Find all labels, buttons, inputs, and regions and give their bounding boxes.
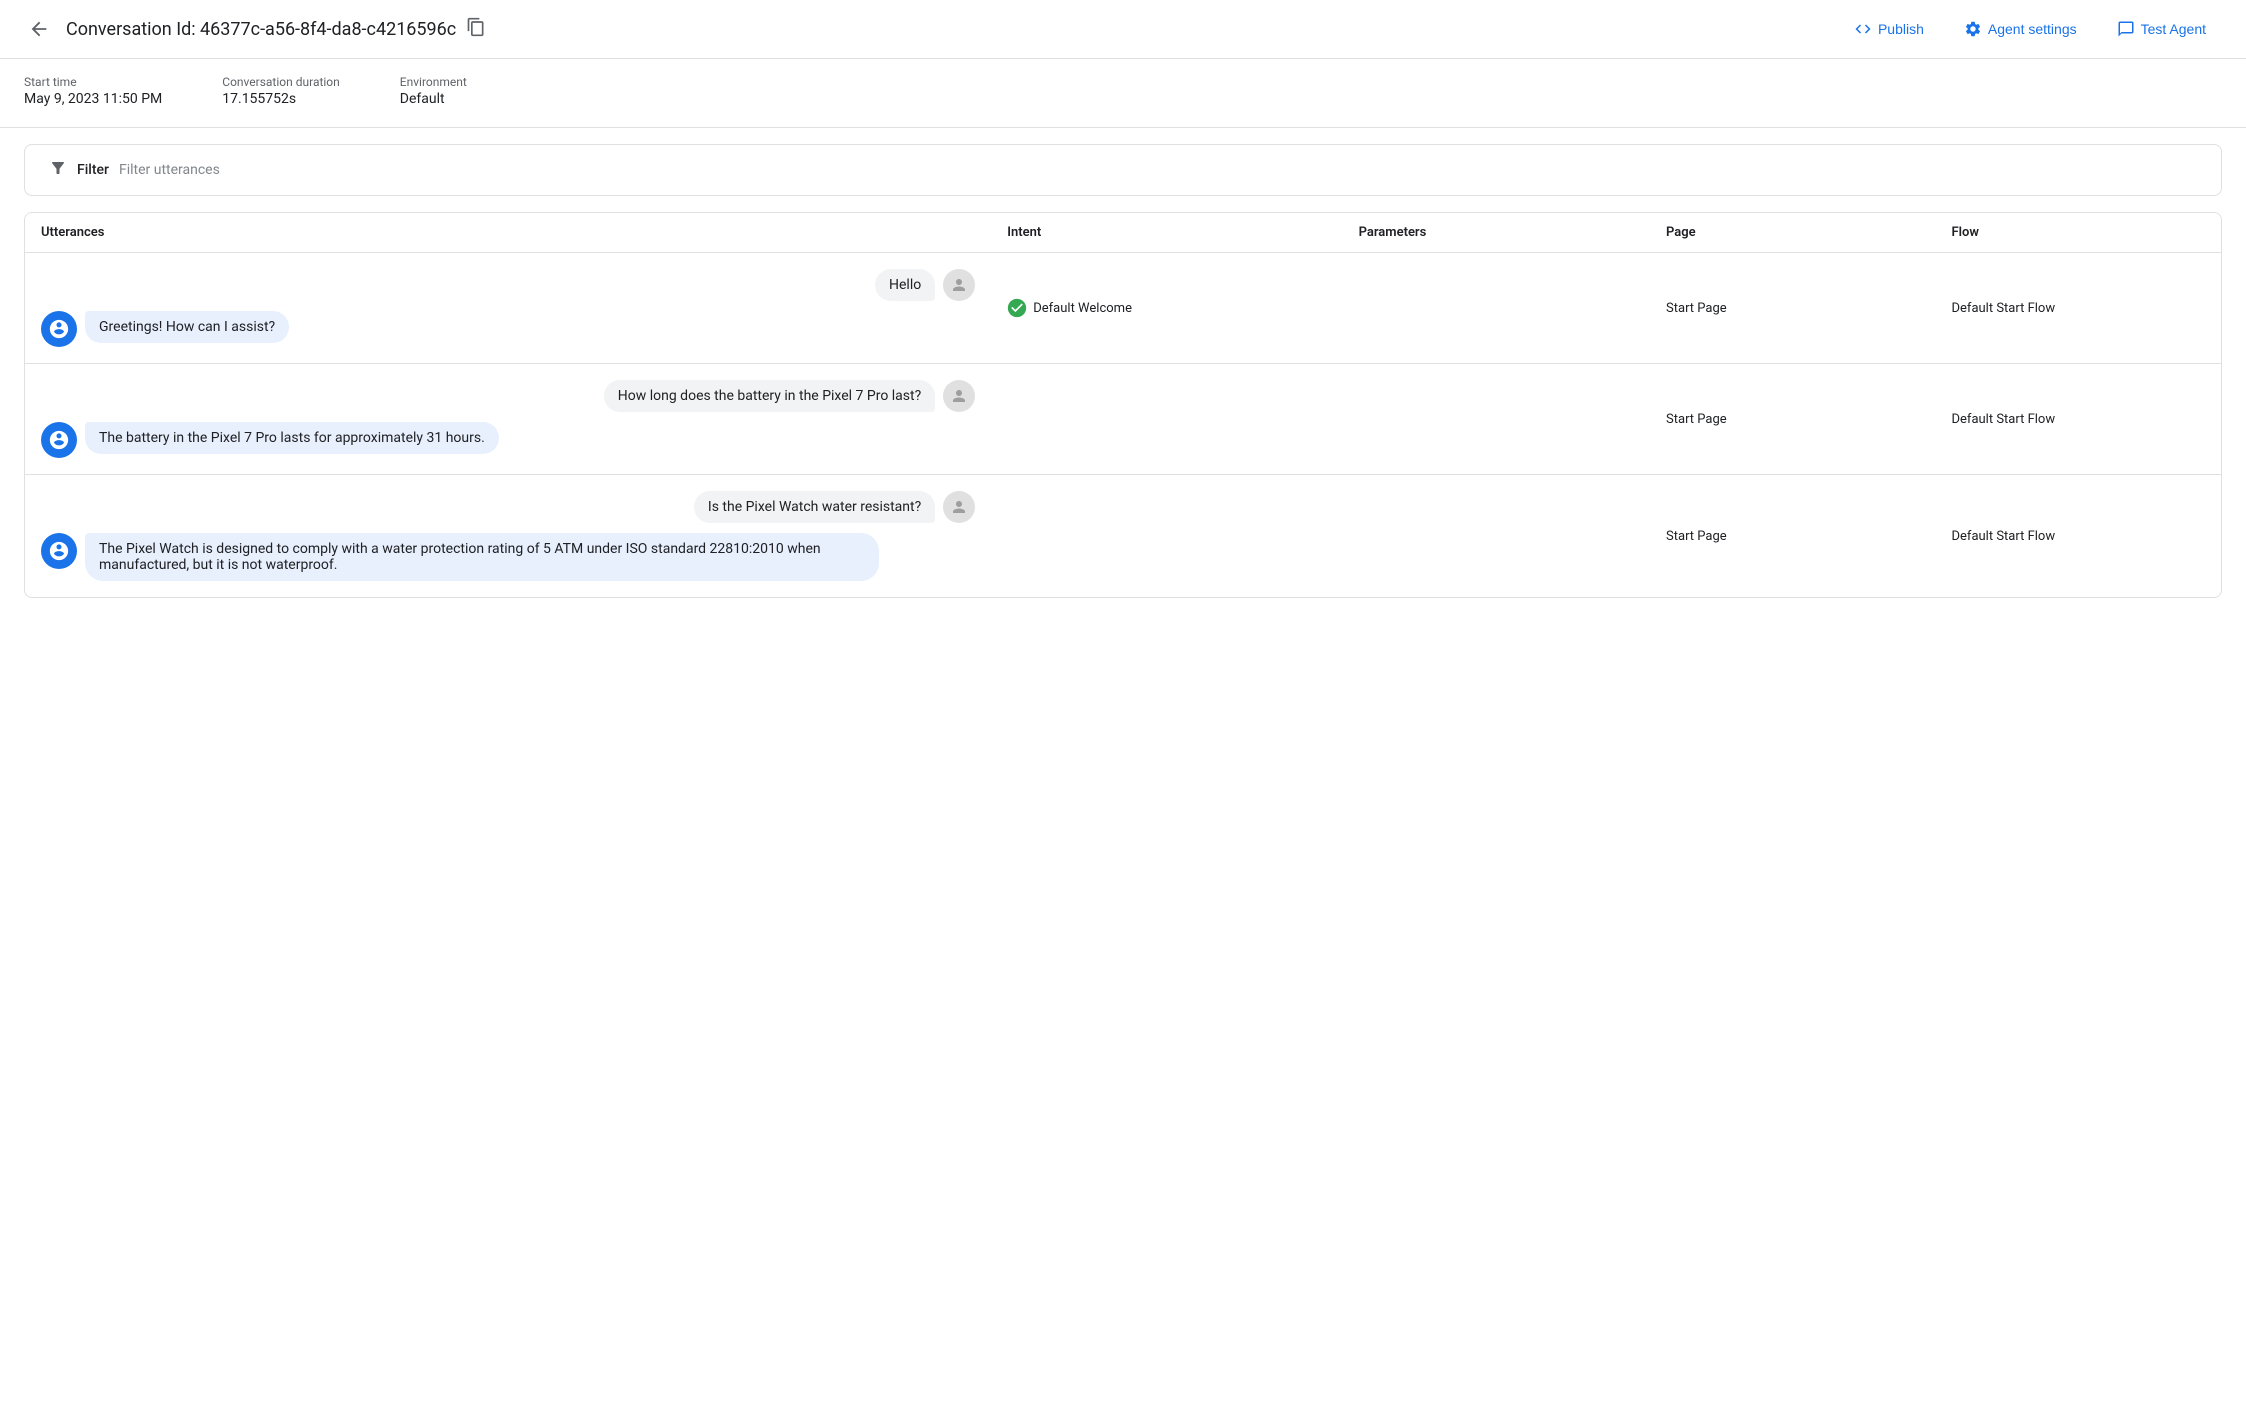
filter-placeholder: Filter utterances (119, 162, 220, 178)
flow-value: Default Start Flow (1952, 301, 2056, 316)
user-bubble: How long does the battery in the Pixel 7… (604, 380, 935, 412)
table-row: Is the Pixel Watch water resistant? The … (25, 475, 2221, 598)
user-message: Is the Pixel Watch water resistant? (41, 491, 975, 523)
agent-avatar (41, 533, 77, 569)
user-message: How long does the battery in the Pixel 7… (41, 380, 975, 412)
environment-value: Default (400, 91, 467, 107)
col-header-flow: Flow (1936, 213, 2222, 253)
flow-value: Default Start Flow (1952, 412, 2056, 427)
intent-cell: Default Welcome (991, 253, 1342, 364)
page-value: Start Page (1666, 412, 1727, 427)
user-message: Hello (41, 269, 975, 301)
publish-button[interactable]: Publish (1838, 12, 1940, 46)
conversation-table: Utterances Intent Parameters Page Flow H… (24, 212, 2222, 598)
intent-content: Default Welcome (1007, 298, 1326, 318)
parameters-cell (1343, 253, 1650, 364)
col-header-utterances: Utterances (25, 213, 991, 253)
duration-value: 17.155752s (222, 91, 340, 107)
agent-bubble: Greetings! How can I assist? (85, 311, 289, 343)
agent-message: The Pixel Watch is designed to comply wi… (41, 533, 975, 581)
page-cell: Start Page (1650, 364, 1935, 475)
parameters-cell (1343, 364, 1650, 475)
chat-container: Hello Greetings! How can I assist? (41, 269, 975, 347)
flow-cell: Default Start Flow (1936, 364, 2222, 475)
agent-message: Greetings! How can I assist? (41, 311, 975, 347)
col-header-page: Page (1650, 213, 1935, 253)
header: Conversation Id: 46377c-a56-8f4-da8-c421… (0, 0, 2246, 59)
utterances-cell: Is the Pixel Watch water resistant? The … (25, 475, 991, 598)
table-header: Utterances Intent Parameters Page Flow (25, 213, 2221, 253)
agent-message: The battery in the Pixel 7 Pro lasts for… (41, 422, 975, 458)
start-time-item: Start time May 9, 2023 11:50 PM (24, 75, 162, 107)
duration-label: Conversation duration (222, 75, 340, 89)
start-time-label: Start time (24, 75, 162, 89)
conversation-title: Conversation Id: 46377c-a56-8f4-da8-c421… (66, 17, 1826, 42)
back-button[interactable] (24, 14, 54, 44)
user-avatar (943, 491, 975, 523)
agent-avatar (41, 311, 77, 347)
user-bubble: Is the Pixel Watch water resistant? (694, 491, 935, 523)
verified-intent-icon (1007, 298, 1027, 318)
intent-label: Default Welcome (1033, 301, 1132, 316)
page-cell: Start Page (1650, 475, 1935, 598)
intent-cell (991, 475, 1342, 598)
flow-cell: Default Start Flow (1936, 253, 2222, 364)
copy-icon[interactable] (466, 17, 486, 42)
environment-item: Environment Default (400, 75, 467, 107)
flow-value: Default Start Flow (1952, 529, 2056, 544)
filter-label: Filter (77, 162, 109, 178)
test-agent-button[interactable]: Test Agent (2101, 12, 2222, 46)
user-avatar (943, 269, 975, 301)
utterances-cell: How long does the battery in the Pixel 7… (25, 364, 991, 475)
utterances-cell: Hello Greetings! How can I assist? (25, 253, 991, 364)
col-header-parameters: Parameters (1343, 213, 1650, 253)
page-value: Start Page (1666, 301, 1727, 316)
start-time-value: May 9, 2023 11:50 PM (24, 91, 162, 107)
parameters-cell (1343, 475, 1650, 598)
user-bubble: Hello (875, 269, 935, 301)
page-value: Start Page (1666, 529, 1727, 544)
agent-bubble: The battery in the Pixel 7 Pro lasts for… (85, 422, 499, 454)
table-row: How long does the battery in the Pixel 7… (25, 364, 2221, 475)
flow-cell: Default Start Flow (1936, 475, 2222, 598)
metadata-section: Start time May 9, 2023 11:50 PM Conversa… (0, 59, 2246, 128)
environment-label: Environment (400, 75, 467, 89)
user-avatar (943, 380, 975, 412)
duration-item: Conversation duration 17.155752s (222, 75, 340, 107)
table-row: Hello Greetings! How can I assist? (25, 253, 2221, 364)
header-actions: Publish Agent settings Test Agent (1838, 12, 2222, 46)
col-header-intent: Intent (991, 213, 1342, 253)
agent-settings-button[interactable]: Agent settings (1948, 12, 2093, 46)
agent-avatar (41, 422, 77, 458)
chat-container: How long does the battery in the Pixel 7… (41, 380, 975, 458)
filter-bar[interactable]: Filter Filter utterances (24, 144, 2222, 196)
filter-icon (49, 159, 67, 181)
agent-bubble: The Pixel Watch is designed to comply wi… (85, 533, 879, 581)
intent-cell (991, 364, 1342, 475)
page-cell: Start Page (1650, 253, 1935, 364)
chat-container: Is the Pixel Watch water resistant? The … (41, 491, 975, 581)
